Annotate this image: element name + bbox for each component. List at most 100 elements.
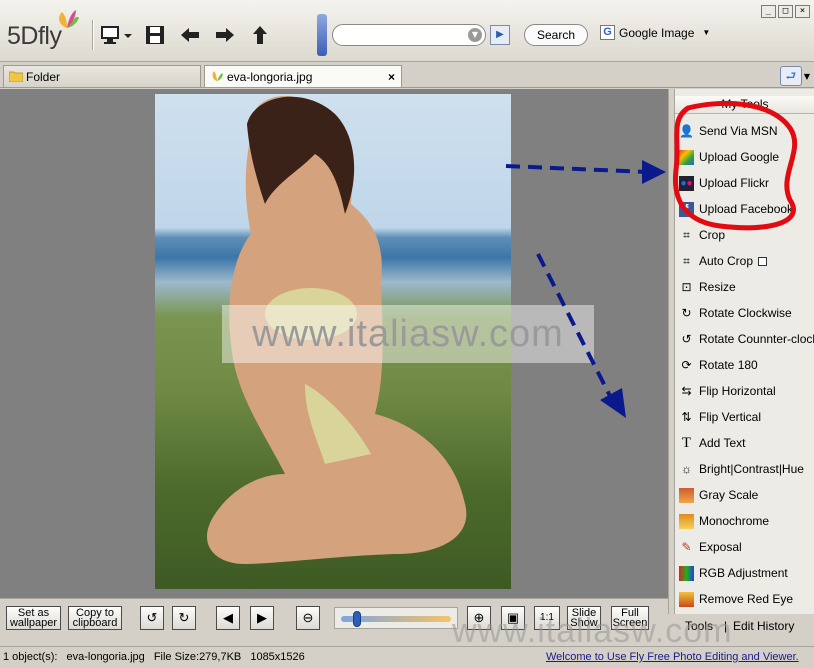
button-label-line2: Show xyxy=(570,617,598,629)
tool-upload-facebook[interactable]: f Upload Facebook xyxy=(679,196,814,222)
tool-label: Send Via MSN xyxy=(699,124,778,138)
zoom-in-button[interactable]: ⊕ xyxy=(467,606,491,630)
tool-label: Rotate Clockwise xyxy=(699,306,792,320)
butterfly-icon xyxy=(212,71,223,81)
auto-crop-checkbox[interactable] xyxy=(758,256,768,266)
previous-image-button[interactable]: ◀ xyxy=(216,606,240,630)
tool-rotate-180[interactable]: ⟳ Rotate 180 xyxy=(679,352,814,378)
monitor-button[interactable] xyxy=(98,22,124,48)
add-text-icon: T xyxy=(681,434,692,451)
tool-rotate-counterclockwise[interactable]: ↺ Rotate Counnter-clockwise xyxy=(679,326,814,352)
return-button[interactable]: ⮐ xyxy=(779,66,802,86)
search-history-dropdown[interactable]: ▼ xyxy=(468,28,482,42)
tool-monochrome[interactable]: Monochrome xyxy=(679,508,814,534)
status-object-count: 1 object(s): xyxy=(3,651,58,663)
close-button[interactable]: × xyxy=(795,5,810,18)
rotate-cw-icon: ↻ xyxy=(681,305,692,320)
crop-icon: ⌗ xyxy=(683,227,690,242)
tab-folder[interactable]: Folder xyxy=(3,65,201,87)
tool-upload-google[interactable]: Upload Google xyxy=(679,144,814,170)
next-image-button[interactable]: ▶ xyxy=(250,606,274,630)
google-icon: G xyxy=(600,25,615,40)
tool-gray-scale[interactable]: Gray Scale xyxy=(679,482,814,508)
fullscreen-button[interactable]: Full Screen xyxy=(611,606,649,630)
tool-send-msn[interactable]: 👤 Send Via MSN xyxy=(679,118,814,144)
search-button[interactable]: Search xyxy=(524,24,588,46)
tool-label: Resize xyxy=(699,280,736,294)
status-filesize: File Size:279,7KB xyxy=(153,651,242,663)
zoom-out-button[interactable]: ⊖ xyxy=(296,606,320,630)
fit-window-button[interactable]: ▣ xyxy=(501,606,525,630)
zoom-in-icon: ⊕ xyxy=(473,610,485,625)
restore-button[interactable]: □ xyxy=(778,5,793,18)
grayscale-icon xyxy=(679,487,694,503)
tool-flip-vertical[interactable]: ⇅ Flip Vertical xyxy=(679,404,814,430)
back-button[interactable] xyxy=(177,22,203,48)
minimize-button[interactable]: _ xyxy=(761,5,776,18)
rotate-180-icon: ⟳ xyxy=(681,357,692,372)
tool-label: Flip Horizontal xyxy=(699,384,776,398)
search-engine-selector[interactable]: G Google Image ▼ xyxy=(600,25,710,40)
toolbar-separator xyxy=(92,20,94,50)
rotate-left-button[interactable]: ↺ xyxy=(140,606,164,630)
zoom-slider-thumb[interactable] xyxy=(353,611,362,627)
close-tab-icon[interactable]: × xyxy=(388,66,395,88)
zoom-slider[interactable] xyxy=(334,607,458,629)
save-icon xyxy=(146,26,164,44)
go-button[interactable]: ▶ xyxy=(490,25,510,45)
tool-rotate-clockwise[interactable]: ↻ Rotate Clockwise xyxy=(679,300,814,326)
tool-bright-contrast-hue[interactable]: ☼ Bright|Contrast|Hue xyxy=(679,456,814,482)
chevron-down-icon[interactable]: ▼ xyxy=(804,72,810,81)
rotate-right-button[interactable]: ↻ xyxy=(172,606,196,630)
welcome-link[interactable]: Welcome to Use Fly Free Photo Editing an… xyxy=(546,647,799,667)
fit-window-icon: ▣ xyxy=(506,610,520,625)
rotate-cw-icon: ↻ xyxy=(178,610,190,625)
rotate-ccw-icon: ↺ xyxy=(681,331,692,346)
tool-upload-flickr[interactable]: ● ● Upload Flickr xyxy=(679,170,814,196)
tool-flip-horizontal[interactable]: ⇆ Flip Horizontal xyxy=(679,378,814,404)
thumbnail-size-slider[interactable] xyxy=(317,14,327,56)
tool-add-text[interactable]: T Add Text xyxy=(679,430,814,456)
actual-size-button[interactable]: 1:1 xyxy=(534,606,560,630)
tool-label: Monochrome xyxy=(699,514,770,528)
butterfly-logo-icon xyxy=(59,10,79,28)
tool-resize[interactable]: ⊡ Resize xyxy=(679,274,814,300)
chevron-down-icon xyxy=(124,34,132,38)
msn-icon: 👤 xyxy=(679,123,694,138)
save-button[interactable] xyxy=(142,22,168,48)
copy-clipboard-button[interactable]: Copy to clipboard xyxy=(68,606,122,630)
resize-icon: ⊡ xyxy=(681,279,692,294)
tab-divider: | xyxy=(724,619,728,633)
up-arrow-icon xyxy=(253,26,267,44)
monitor-dropdown-button[interactable] xyxy=(122,22,134,48)
up-button[interactable] xyxy=(247,22,273,48)
tool-label: Bright|Contrast|Hue xyxy=(699,462,804,476)
window-controls: _ □ × xyxy=(761,5,810,18)
tab-bar-controls: ⮐ ▼ xyxy=(779,66,810,86)
tool-crop[interactable]: ⌗ Crop xyxy=(679,222,814,248)
search-engine-label: Google Image xyxy=(619,25,695,40)
set-wallpaper-button[interactable]: Set as wallpaper xyxy=(6,606,61,630)
tool-label: Crop xyxy=(699,228,726,242)
chevron-down-icon: ▼ xyxy=(702,28,711,37)
tab-edit-history[interactable]: Edit History xyxy=(733,619,794,633)
search-input[interactable]: ▼ xyxy=(332,24,486,46)
tool-rgb-adjustment[interactable]: RGB Adjustment xyxy=(679,560,814,586)
tool-label: Upload Facebook xyxy=(699,202,794,216)
forward-arrow-icon xyxy=(216,28,234,42)
tool-label: Upload Google xyxy=(699,150,780,164)
tool-auto-crop[interactable]: ⌗ Auto Crop xyxy=(679,248,814,274)
tool-list: 👤 Send Via MSN Upload Google ● ● Upload Fli… xyxy=(679,118,814,612)
tab-tools[interactable]: Tools xyxy=(685,619,713,633)
button-label-line2: Screen xyxy=(612,617,648,629)
tab-label: Folder xyxy=(26,70,61,84)
slideshow-button[interactable]: Slide Show xyxy=(567,606,601,630)
tool-remove-red-eye[interactable]: Remove Red Eye xyxy=(679,586,814,612)
tab-bar: Folder eva-longoria.jpg × ⮐ ▼ xyxy=(0,62,814,88)
tab-image[interactable]: eva-longoria.jpg × xyxy=(204,65,402,87)
forward-button[interactable] xyxy=(212,22,238,48)
magnifier-icon: ⊖ xyxy=(302,610,314,625)
left-arrow-icon: ◀ xyxy=(223,610,233,625)
tool-exposal[interactable]: ✎ Exposal xyxy=(679,534,814,560)
panel-splitter[interactable] xyxy=(669,89,675,614)
